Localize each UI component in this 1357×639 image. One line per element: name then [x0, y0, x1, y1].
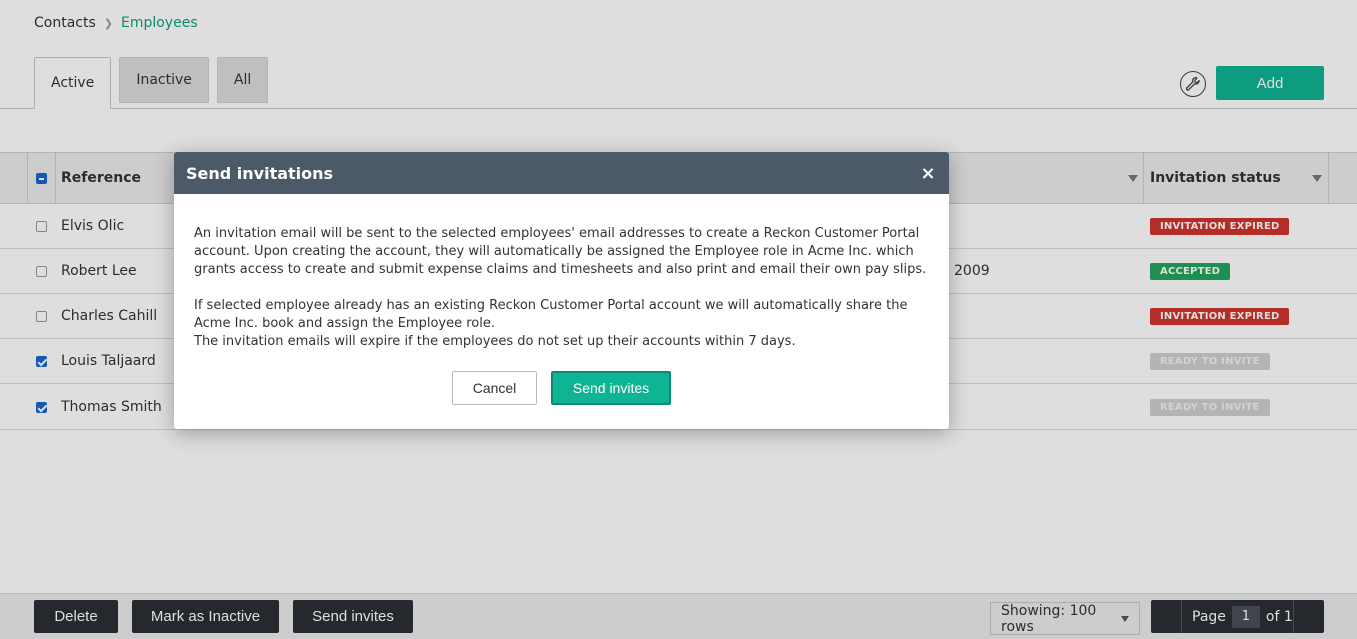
dialog-body: An invitation email will be sent to the …	[174, 194, 949, 351]
dialog-paragraph: The invitation emails will expire if the…	[194, 334, 796, 349]
dialog-paragraph: An invitation email will be sent to the …	[194, 226, 927, 277]
send-invitations-dialog: Send invitations × An invitation email w…	[174, 152, 949, 429]
cancel-button[interactable]: Cancel	[452, 371, 537, 405]
dialog-paragraph: If selected employee already has an exis…	[194, 298, 908, 331]
dialog-title: Send invitations	[186, 163, 334, 183]
confirm-send-invites-button[interactable]: Send invites	[551, 371, 671, 405]
dialog-header: Send invitations ×	[174, 152, 949, 194]
close-icon[interactable]: ×	[917, 162, 939, 184]
dialog-actions: Cancel Send invites	[174, 371, 949, 405]
